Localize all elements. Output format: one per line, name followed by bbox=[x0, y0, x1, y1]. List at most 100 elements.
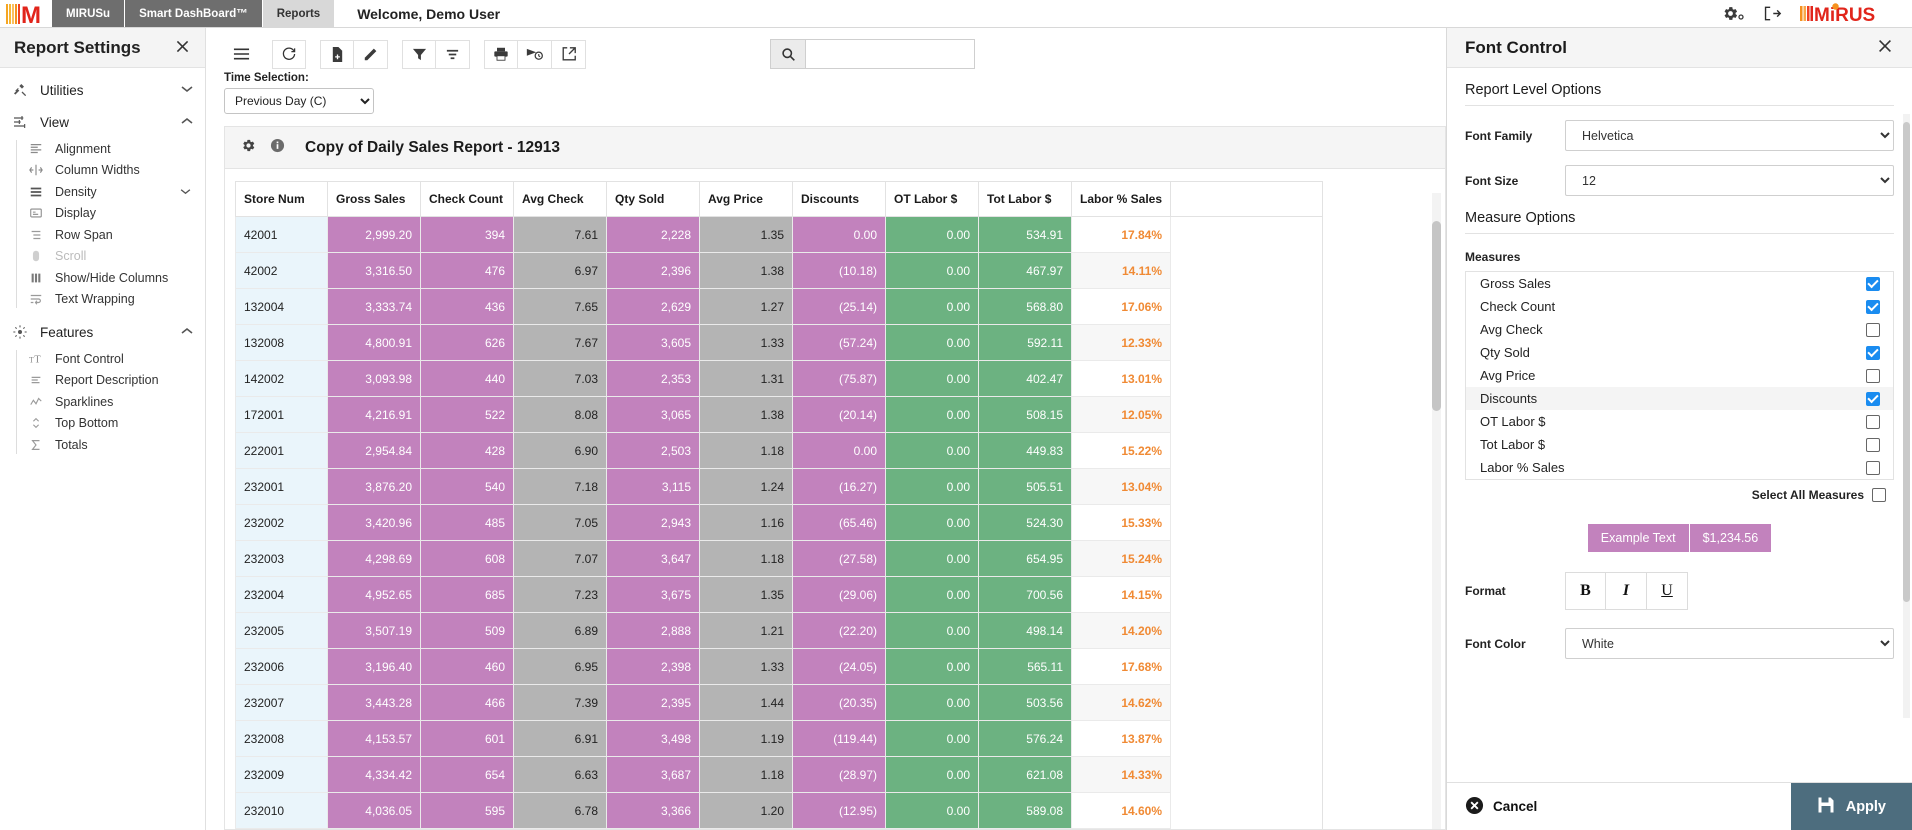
gear-icon[interactable] bbox=[241, 138, 256, 158]
menu-hamburger-icon[interactable] bbox=[224, 40, 258, 69]
sidebar-item-row-span[interactable]: Row Span bbox=[24, 224, 205, 246]
measure-row[interactable]: Avg Check bbox=[1466, 318, 1893, 341]
measure-checkbox[interactable] bbox=[1866, 415, 1880, 429]
select-all-measures-checkbox[interactable] bbox=[1872, 488, 1886, 502]
sidebar-group-view[interactable]: View bbox=[0, 106, 205, 138]
print-icon[interactable] bbox=[484, 40, 518, 69]
font-size-select[interactable]: 12 bbox=[1565, 165, 1894, 196]
info-icon[interactable] bbox=[270, 138, 285, 158]
close-icon[interactable] bbox=[174, 38, 191, 58]
table-row[interactable]: 1420023,093.984407.032,3531.31(75.87)0.0… bbox=[236, 361, 1323, 397]
sidebar-item-font-control[interactable]: TT Font Control bbox=[24, 348, 205, 370]
sidebar-item-column-widths[interactable]: Column Widths bbox=[24, 160, 205, 182]
chevron-down-icon[interactable] bbox=[181, 84, 193, 96]
measure-checkbox[interactable] bbox=[1866, 277, 1880, 291]
measure-checkbox[interactable] bbox=[1866, 461, 1880, 475]
table-column-header[interactable]: Labor % Sales bbox=[1072, 182, 1171, 217]
measure-checkbox[interactable] bbox=[1866, 323, 1880, 337]
table-column-header[interactable]: Store Num bbox=[236, 182, 328, 217]
table-row[interactable]: 1720014,216.915228.083,0651.38(20.14)0.0… bbox=[236, 397, 1323, 433]
sort-icon[interactable] bbox=[436, 40, 470, 69]
measure-row[interactable]: Qty Sold bbox=[1466, 341, 1893, 364]
table-column-header[interactable]: Avg Price bbox=[700, 182, 793, 217]
table-row[interactable]: 2320044,952.656857.233,6751.35(29.06)0.0… bbox=[236, 577, 1323, 613]
scrollbar-thumb[interactable] bbox=[1432, 221, 1441, 411]
search-input[interactable] bbox=[806, 40, 974, 68]
edit-pencil-icon[interactable] bbox=[354, 40, 388, 69]
chevron-up-icon[interactable] bbox=[181, 116, 193, 128]
measure-checkbox[interactable] bbox=[1866, 392, 1880, 406]
new-document-icon[interactable] bbox=[320, 40, 354, 69]
font-family-select[interactable]: Helvetica bbox=[1565, 120, 1894, 151]
chevron-down-icon[interactable] bbox=[180, 186, 205, 198]
measure-row[interactable]: Labor % Sales bbox=[1466, 456, 1893, 479]
table-column-header[interactable]: Qty Sold bbox=[607, 182, 700, 217]
measure-row[interactable]: Check Count bbox=[1466, 295, 1893, 318]
table-row[interactable]: 420012,999.203947.612,2281.350.000.00534… bbox=[236, 217, 1323, 253]
panel-vertical-scrollbar[interactable] bbox=[1903, 114, 1910, 718]
select-all-measures-row[interactable]: Select All Measures bbox=[1465, 488, 1894, 502]
panel-scrollbar-thumb[interactable] bbox=[1903, 122, 1910, 602]
sidebar-item-totals[interactable]: Totals bbox=[24, 434, 205, 456]
sidebar-item-sparklines[interactable]: Sparklines bbox=[24, 391, 205, 413]
table-row[interactable]: 2320094,334.426546.633,6871.18(28.97)0.0… bbox=[236, 757, 1323, 793]
table-column-header[interactable]: Gross Sales bbox=[328, 182, 421, 217]
sidebar-item-scroll[interactable]: Scroll bbox=[24, 246, 205, 268]
measure-row[interactable]: Avg Price bbox=[1466, 364, 1893, 387]
sidebar-item-alignment[interactable]: Alignment bbox=[24, 138, 205, 160]
measure-checkbox[interactable] bbox=[1866, 369, 1880, 383]
sidebar-group-features[interactable]: Features bbox=[0, 316, 205, 348]
apply-button[interactable]: Apply bbox=[1791, 783, 1912, 830]
measure-row[interactable]: Discounts bbox=[1466, 387, 1893, 410]
table-row[interactable]: 2320034,298.696087.073,6471.18(27.58)0.0… bbox=[236, 541, 1323, 577]
export-external-icon[interactable] bbox=[552, 40, 586, 69]
table-row[interactable]: 2320073,443.284667.392,3951.44(20.35)0.0… bbox=[236, 685, 1323, 721]
nav-item-reports[interactable]: Reports bbox=[263, 0, 335, 27]
search-icon[interactable] bbox=[771, 40, 806, 68]
italic-button[interactable]: I bbox=[1606, 572, 1647, 610]
sidebar-group-utilities[interactable]: Utilities bbox=[0, 74, 205, 106]
underline-button[interactable]: U bbox=[1647, 572, 1688, 610]
measure-checkbox[interactable] bbox=[1866, 300, 1880, 314]
table-row[interactable]: 2320053,507.195096.892,8881.21(22.20)0.0… bbox=[236, 613, 1323, 649]
cancel-button[interactable]: Cancel bbox=[1465, 796, 1537, 818]
measure-row[interactable]: Tot Labor $ bbox=[1466, 433, 1893, 456]
measure-checkbox[interactable] bbox=[1866, 438, 1880, 452]
table-row[interactable]: 2320063,196.404606.952,3981.33(24.05)0.0… bbox=[236, 649, 1323, 685]
sidebar-item-report-description[interactable]: Report Description bbox=[24, 370, 205, 392]
table-row[interactable]: 2320023,420.964857.052,9431.16(65.46)0.0… bbox=[236, 505, 1323, 541]
table-row[interactable]: 2320104,036.055956.783,3661.20(12.95)0.0… bbox=[236, 793, 1323, 829]
sidebar-item-density[interactable]: Density bbox=[24, 181, 205, 203]
close-icon[interactable] bbox=[1876, 37, 1894, 59]
sidebar-item-show-hide-columns[interactable]: Show/Hide Columns bbox=[24, 267, 205, 289]
table-row[interactable]: 2220012,954.844286.902,5031.180.000.0044… bbox=[236, 433, 1323, 469]
table-row[interactable]: 2320013,876.205407.183,1151.24(16.27)0.0… bbox=[236, 469, 1323, 505]
nav-item-mirusu[interactable]: MIRUSu bbox=[52, 0, 125, 27]
table-column-header[interactable]: Avg Check bbox=[514, 182, 607, 217]
table-row[interactable]: 1320043,333.744367.652,6291.27(25.14)0.0… bbox=[236, 289, 1323, 325]
table-row[interactable]: 420023,316.504766.972,3961.38(10.18)0.00… bbox=[236, 253, 1323, 289]
refresh-icon[interactable] bbox=[272, 40, 306, 69]
filter-icon[interactable] bbox=[402, 40, 436, 69]
table-row[interactable]: 1320084,800.916267.673,6051.33(57.24)0.0… bbox=[236, 325, 1323, 361]
bold-button[interactable]: B bbox=[1565, 572, 1606, 610]
table-vertical-scrollbar[interactable] bbox=[1432, 193, 1441, 829]
settings-gear-icon[interactable] bbox=[1722, 5, 1745, 22]
table-column-header[interactable]: OT Labor $ bbox=[886, 182, 979, 217]
table-column-header[interactable]: Discounts bbox=[793, 182, 886, 217]
nav-item-smart-dashboard[interactable]: Smart DashBoard™ bbox=[125, 0, 263, 27]
sidebar-item-top-bottom[interactable]: Top Bottom bbox=[24, 413, 205, 435]
schedule-send-icon[interactable] bbox=[518, 40, 552, 69]
table-column-header[interactable]: Check Count bbox=[421, 182, 514, 217]
logout-icon[interactable] bbox=[1763, 5, 1782, 22]
sidebar-item-text-wrapping[interactable]: Text Wrapping bbox=[24, 289, 205, 311]
measure-row[interactable]: Gross Sales bbox=[1466, 272, 1893, 295]
chevron-up-icon[interactable] bbox=[181, 326, 193, 338]
time-selection-select[interactable]: Previous Day (C) bbox=[224, 88, 374, 114]
measure-checkbox[interactable] bbox=[1866, 346, 1880, 360]
font-color-select[interactable]: White bbox=[1565, 628, 1894, 659]
table-column-header[interactable]: Tot Labor $ bbox=[979, 182, 1072, 217]
sidebar-item-display[interactable]: Display bbox=[24, 203, 205, 225]
table-row[interactable]: 2320084,153.576016.913,4981.19(119.44)0.… bbox=[236, 721, 1323, 757]
measure-row[interactable]: OT Labor $ bbox=[1466, 410, 1893, 433]
